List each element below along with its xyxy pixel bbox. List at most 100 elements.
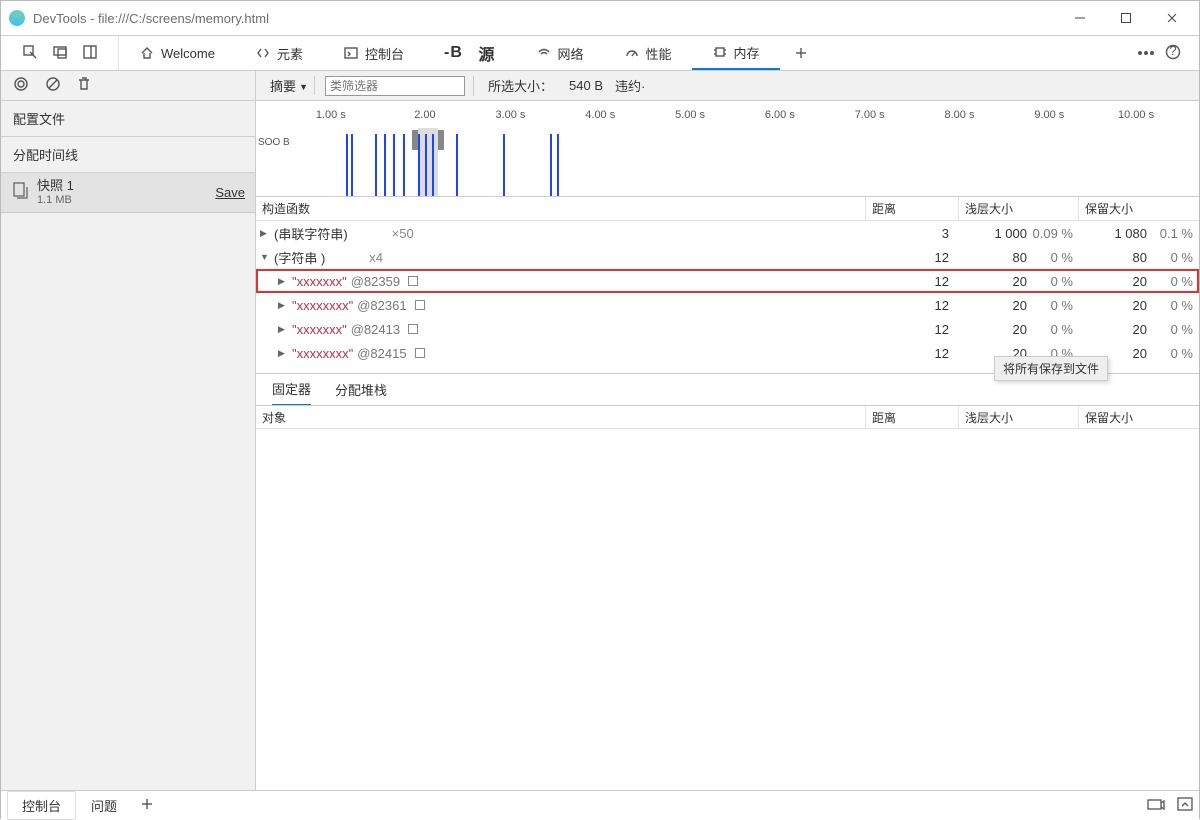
table-row[interactable]: ▶"xxxxxxx" @82413 12200 %200 %: [256, 317, 1199, 341]
table-row[interactable]: ▶(串联字符串) ×5031 0000.09 %1 0800.1 %: [256, 221, 1199, 245]
bottom-bar: 控制台 问题: [1, 790, 1199, 820]
dock-icon[interactable]: [82, 44, 98, 63]
col-shallow[interactable]: 浅层大小: [959, 197, 1079, 220]
expand-icon[interactable]: ▼: [260, 252, 270, 262]
timeline-tick: 3.00 s: [495, 109, 525, 121]
col-distance[interactable]: 距离: [866, 197, 959, 220]
col-retained[interactable]: 保留大小: [1079, 197, 1199, 220]
record-icon[interactable]: [13, 76, 29, 95]
cell-shallow: 1 0000.09 %: [959, 226, 1079, 241]
tab-elements-label: 元素: [277, 44, 303, 63]
cell-retained: 200 %: [1079, 322, 1199, 337]
cell-distance: 12: [866, 274, 959, 289]
ret-col-distance[interactable]: 距离: [866, 406, 959, 428]
tab-network[interactable]: 网络: [516, 36, 604, 70]
expand-icon[interactable]: ▶: [260, 228, 270, 239]
trash-icon[interactable]: [77, 76, 91, 95]
snapshot-size: 1.1 MB: [37, 193, 74, 207]
bottom-tab-issues[interactable]: 问题: [76, 791, 132, 820]
sidebar-item-snapshot[interactable]: 快照 1 1.1 MB Save: [1, 173, 255, 213]
table-row[interactable]: ▶"xxxxxxx" @82359 12200 %200 %: [256, 269, 1199, 293]
minimize-button[interactable]: [1057, 2, 1103, 34]
timeline-tick: 10.00 s: [1118, 109, 1154, 121]
content-pane: 1.00 s2.003.00 s4.00 s5.00 s6.00 s7.00 s…: [256, 101, 1199, 790]
row-text: "xxxxxxxx": [292, 346, 353, 361]
timeline-tick: 7.00 s: [855, 109, 885, 121]
tab-retainers[interactable]: 固定器: [272, 374, 311, 406]
copy-icon[interactable]: [415, 300, 425, 310]
copy-icon[interactable]: [408, 324, 418, 334]
bottom-add-button[interactable]: [132, 793, 162, 818]
class-filter-input[interactable]: [325, 76, 465, 96]
sidebar-item-profiles[interactable]: 配置文件: [1, 101, 255, 137]
tab-console[interactable]: 控制台: [323, 36, 424, 70]
copy-icon[interactable]: [415, 348, 425, 358]
cell-distance: 12: [866, 250, 959, 265]
tab-sources[interactable]: -B 源: [424, 36, 516, 70]
tab-console-label: 控制台: [365, 44, 404, 63]
ret-col-shallow[interactable]: 浅层大小: [959, 406, 1079, 428]
help-icon[interactable]: ?: [1165, 44, 1181, 63]
inspect-icon[interactable]: [22, 44, 38, 63]
row-text: "xxxxxxxx": [292, 298, 353, 313]
tab-sources-label: 源: [479, 41, 496, 65]
more-icon[interactable]: [1137, 44, 1155, 62]
cell-distance: 12: [866, 298, 959, 313]
timeline-bar: [503, 134, 505, 196]
timeline-selection[interactable]: [418, 128, 439, 196]
row-text: (串联字符串): [274, 224, 348, 243]
tab-alloc-stack[interactable]: 分配堆栈: [335, 374, 387, 406]
timeline-tick: 5.00 s: [675, 109, 705, 121]
timeline-tick: 2.00: [414, 109, 435, 121]
snapshot-save-link[interactable]: Save: [215, 185, 245, 200]
svg-text:?: ?: [1169, 44, 1176, 58]
timeline-bar: [384, 134, 386, 196]
chip-icon: [712, 44, 728, 60]
gauge-icon: [624, 45, 640, 61]
row-text: (字符串 ): [274, 248, 325, 267]
view-select[interactable]: 摘要: [264, 76, 315, 95]
row-id: @82415: [357, 346, 406, 361]
retainers-body: [256, 429, 1199, 790]
close-button[interactable]: [1149, 2, 1195, 34]
retainers-header: 对象 距离 浅层大小 保留大小: [256, 405, 1199, 429]
inspect-tools: [1, 36, 119, 70]
allocation-timeline[interactable]: 1.00 s2.003.00 s4.00 s5.00 s6.00 s7.00 s…: [256, 101, 1199, 197]
table-row[interactable]: ▶"xxxxxxxx" @82361 12200 %200 %: [256, 293, 1199, 317]
table-row[interactable]: ▼(字符串 ) x412800 %800 %: [256, 245, 1199, 269]
add-tab-button[interactable]: [780, 36, 822, 70]
wifi-icon: [536, 45, 552, 61]
copy-icon[interactable]: [408, 276, 418, 286]
maximize-button[interactable]: [1103, 2, 1149, 34]
timeline-handle[interactable]: [438, 130, 444, 150]
tab-welcome[interactable]: Welcome: [119, 36, 235, 70]
timeline-tick: 4.00 s: [585, 109, 615, 121]
sidebar-profiles-label: 配置文件: [13, 109, 65, 128]
tab-performance[interactable]: 性能: [604, 36, 692, 70]
row-id: @82361: [357, 298, 406, 313]
tab-welcome-label: Welcome: [161, 46, 215, 61]
ret-col-retained[interactable]: 保留大小: [1079, 406, 1199, 428]
console-icon: [343, 45, 359, 61]
device-icon[interactable]: [52, 44, 68, 63]
window-titlebar: DevTools - file:///C:/screens/memory.htm…: [1, 1, 1199, 35]
profiles-sidebar: 配置文件 分配时间线 快照 1 1.1 MB Save: [1, 101, 256, 790]
expand-icon[interactable]: ▶: [278, 276, 288, 287]
sidebar-item-timeline[interactable]: 分配时间线: [1, 137, 255, 173]
expand-icon[interactable]: ▶: [278, 348, 288, 359]
drawer-settings-icon[interactable]: [1147, 797, 1165, 814]
clear-icon[interactable]: [45, 76, 61, 95]
col-constructor[interactable]: 构造函数: [256, 197, 866, 220]
expand-icon[interactable]: ▶: [278, 300, 288, 311]
tab-network-label: 网络: [558, 44, 584, 63]
tab-memory[interactable]: 内存: [692, 36, 780, 70]
bottom-tab-console[interactable]: 控制台: [7, 791, 76, 820]
constructor-header: 构造函数 距离 浅层大小 保留大小: [256, 197, 1199, 221]
expand-icon[interactable]: ▶: [278, 324, 288, 335]
tab-elements[interactable]: 元素: [235, 36, 323, 70]
cell-shallow: 200 %: [959, 298, 1079, 313]
drawer-expand-icon[interactable]: [1177, 797, 1193, 814]
view-select-label: 摘要: [264, 79, 314, 94]
ret-col-object[interactable]: 对象: [256, 406, 866, 428]
timeline-handle[interactable]: [412, 130, 418, 150]
